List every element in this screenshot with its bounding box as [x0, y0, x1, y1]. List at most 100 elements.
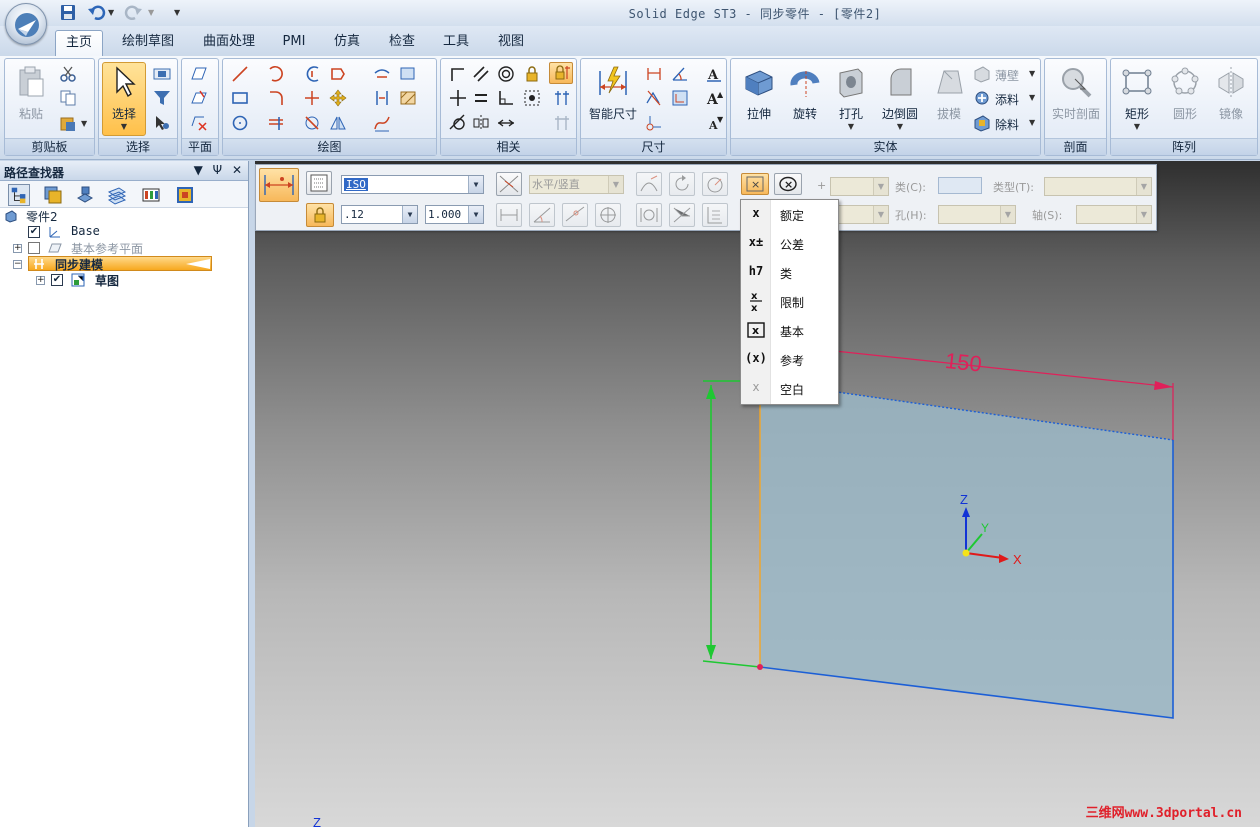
text-annotation-icon[interactable]: A [705, 65, 723, 83]
expand-icon[interactable]: + [13, 244, 22, 253]
paste-special-dropdown-icon[interactable]: ▼ [81, 119, 87, 128]
sketch-checkbox[interactable]: ✔ [51, 274, 63, 286]
collapse-icon[interactable]: − [13, 260, 22, 269]
tree-item-sketch[interactable]: + ✔ 草图 [36, 272, 236, 288]
dim-option-a-button[interactable] [496, 203, 522, 227]
dim-option-h-button[interactable] [636, 203, 662, 227]
tree-item-synchronous[interactable]: − 同步建模 [13, 256, 212, 272]
normal-plane-icon[interactable] [190, 114, 208, 132]
symmetric-diameter-icon[interactable] [645, 89, 663, 107]
include-icon[interactable] [373, 89, 391, 107]
vertex-point[interactable] [757, 664, 763, 670]
cut-icon[interactable] [59, 65, 77, 83]
menu-item-tolerance[interactable]: x± 公差 [741, 229, 838, 258]
tolerance-plus-select[interactable]: ▼ [830, 177, 889, 196]
tree-item-base[interactable]: ✔ Base [28, 224, 228, 240]
tab-sketch[interactable]: 绘制草图 [112, 30, 184, 56]
dimension-type-button[interactable]: × [741, 173, 769, 195]
fillet-icon[interactable] [267, 89, 285, 107]
smart-dimension-button[interactable]: 智能尺寸 [585, 63, 641, 133]
dim-option-g-button[interactable] [702, 172, 728, 196]
parallel-icon[interactable] [472, 65, 490, 83]
tab-tools[interactable]: 工具 [434, 30, 478, 56]
circle-icon[interactable] [231, 114, 249, 132]
tab-surfacing[interactable]: 曲面处理 [193, 30, 265, 56]
sensors-icon[interactable] [106, 184, 128, 206]
dimension-style-select[interactable]: ISO ▼ [341, 175, 484, 194]
color-manager-icon[interactable] [174, 184, 196, 206]
tab-home[interactable]: 主页 [55, 30, 103, 56]
tab-simulation[interactable]: 仿真 [325, 30, 369, 56]
reference-type-button[interactable]: × [774, 173, 802, 195]
angular-coordinate-icon[interactable] [645, 114, 663, 132]
dim-option-j-button[interactable] [702, 203, 728, 227]
menu-item-blank[interactable]: x 空白 [741, 374, 838, 403]
pin-icon[interactable]: Ψ [213, 163, 222, 177]
tab-view[interactable]: 视图 [489, 30, 533, 56]
class-field[interactable] [938, 177, 982, 194]
dim-option-e-button[interactable] [636, 172, 662, 196]
increase-text-size-icon[interactable]: A ▲ [705, 89, 723, 107]
angle-between-icon[interactable] [671, 65, 689, 83]
extend-icon[interactable] [303, 89, 321, 107]
collinear-icon[interactable] [497, 114, 515, 132]
rigid-set-icon[interactable] [523, 89, 541, 107]
paste-button[interactable]: 粘贴 [9, 63, 53, 133]
dim-option-b-button[interactable] [529, 203, 555, 227]
symmetric-icon[interactable] [472, 114, 490, 132]
horizontal-vertical-icon[interactable] [449, 89, 467, 107]
reference-planes-checkbox[interactable] [28, 242, 40, 254]
smart-dimension-step-button[interactable] [259, 168, 299, 202]
fill-icon[interactable] [399, 65, 417, 83]
menu-item-limit[interactable]: xx 限制 [741, 287, 838, 316]
dim-option-c-button[interactable] [562, 203, 588, 227]
copy-icon[interactable] [59, 89, 77, 107]
features-library-icon[interactable] [74, 184, 96, 206]
paste-special-icon[interactable] [59, 114, 77, 132]
dim-option-d-button[interactable] [595, 203, 621, 227]
decrease-text-size-icon[interactable]: A ▼ [705, 114, 723, 132]
tab-inspect[interactable]: 检查 [380, 30, 424, 56]
dimension-value[interactable]: 150 [944, 348, 983, 377]
select-box-icon[interactable] [153, 65, 171, 83]
tree-item-reference-planes[interactable]: + 基本参考平面 [13, 240, 213, 256]
relationship-handles-button[interactable] [549, 62, 573, 84]
trim-icon[interactable] [303, 65, 321, 83]
family-of-parts-icon[interactable] [140, 184, 162, 206]
menu-item-basic[interactable]: x 基本 [741, 316, 838, 345]
tree-item-part[interactable]: 零件2 [4, 208, 204, 224]
coincident-plane-icon[interactable] [190, 65, 208, 83]
precision-select[interactable]: .12 ▼ [341, 205, 418, 224]
maintain-relations-icon[interactable] [553, 89, 571, 107]
panel-menu-icon[interactable]: ▼ [194, 163, 203, 177]
curve-icon[interactable] [373, 114, 391, 132]
lock-dimension-button[interactable] [306, 203, 334, 227]
round-button[interactable]: 边倒圆 ▼ [875, 63, 925, 133]
live-section-button[interactable]: 实时剖面 [1049, 63, 1103, 133]
orientation-select[interactable]: 水平/竖直 ▼ [529, 175, 624, 194]
perpendicular-icon[interactable] [497, 89, 515, 107]
thin-wall-button[interactable]: 薄壁 ▼ [973, 65, 1039, 85]
parallel-plane-icon[interactable] [190, 89, 208, 107]
extrude-button[interactable]: 拉伸 [737, 63, 781, 133]
add-material-button[interactable]: 添料 ▼ [973, 89, 1039, 109]
hatch-icon[interactable] [399, 89, 417, 107]
hole-fit-select[interactable]: ▼ [938, 205, 1016, 224]
erase-icon[interactable] [303, 114, 321, 132]
equal-icon[interactable] [472, 89, 490, 107]
dimension-properties-button[interactable] [306, 171, 332, 195]
relation-assistant-icon[interactable] [553, 114, 571, 132]
layers-icon[interactable] [42, 184, 64, 206]
select-tool-button[interactable]: 选择 ▼ [102, 62, 146, 136]
tab-pmi[interactable]: PMI [274, 30, 314, 56]
split-icon[interactable] [267, 114, 285, 132]
hole-button[interactable]: 打孔 ▼ [829, 63, 873, 133]
feature-tree-icon[interactable] [8, 184, 30, 206]
concentric-icon[interactable] [497, 65, 515, 83]
mirror-button[interactable]: 镜像 [1209, 63, 1253, 133]
connect-icon[interactable] [449, 65, 467, 83]
coordinate-dimension-icon[interactable] [671, 89, 689, 107]
menu-item-reference[interactable]: (x) 参考 [741, 345, 838, 374]
mirror-sketch-icon[interactable] [329, 114, 347, 132]
cut-material-button[interactable]: 除料 ▼ [973, 114, 1039, 134]
